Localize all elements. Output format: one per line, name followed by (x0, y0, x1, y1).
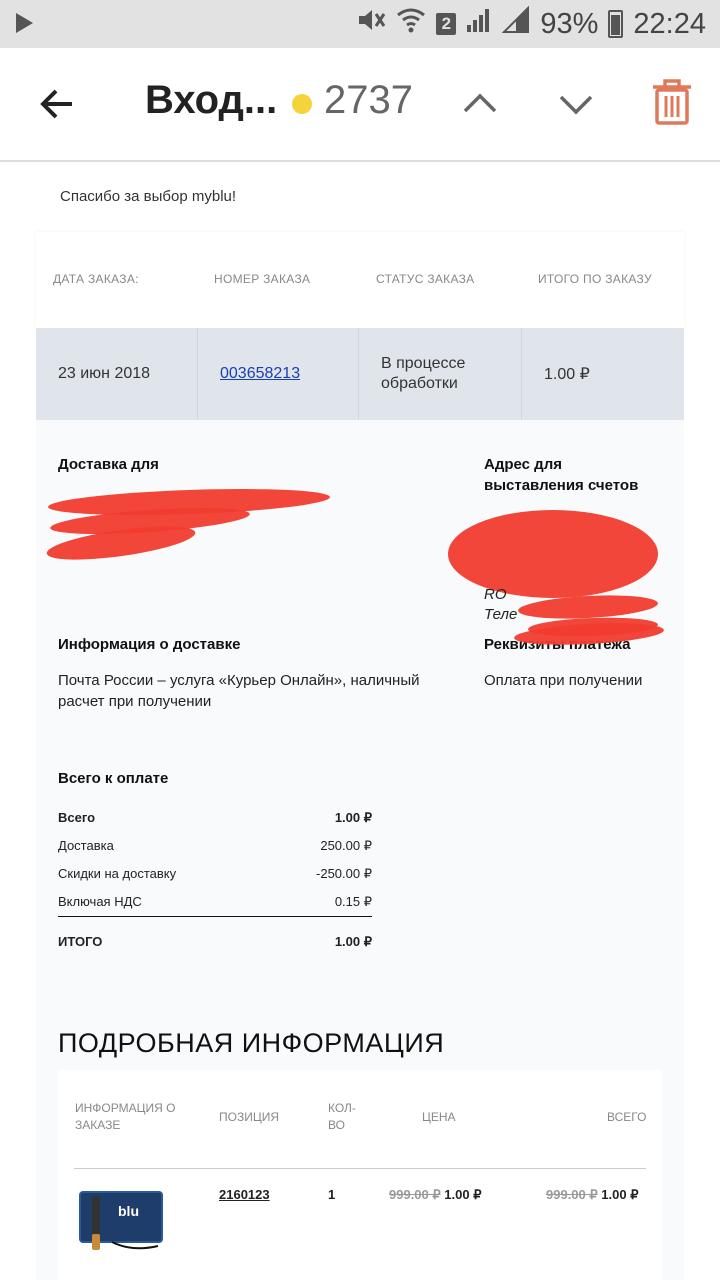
col-qty-header-line2: ВО (328, 1118, 345, 1132)
signal-icon-2 (501, 5, 530, 42)
wifi-icon (396, 7, 426, 41)
billing-address-label-line2: выставления счетов (484, 477, 639, 494)
delivery-info-label: Информация о доставке (58, 636, 241, 653)
details-title: ПОДРОБНАЯ ИНФОРМАЦИЯ (58, 1028, 445, 1058)
order-number-link[interactable]: 003658213 (220, 365, 300, 383)
svg-text:blu: blu (118, 1203, 139, 1219)
order-number-label: НОМЕР ЗАКАЗА (214, 272, 311, 286)
chevron-down-icon[interactable] (558, 86, 594, 127)
status-bar: 2 93% 22:24 (0, 0, 720, 48)
grand-total-value: 1.00 ₽ (334, 934, 372, 949)
totals-row-value: -250.00 ₽ (316, 866, 372, 881)
totals-row: Скидки на доставку -250.00 ₽ (58, 866, 372, 881)
delivery-info-line1: Почта России – услуга «Курьер Онлайн», н… (58, 672, 420, 689)
order-total-label: ИТОГО ПО ЗАКАЗУ (538, 272, 652, 286)
col-qty-header: КОЛ- ВО (328, 1100, 356, 1134)
order-row: 23 июн 2018 003658213 В процессе обработ… (36, 328, 684, 420)
totals-row-label: Включая НДС (58, 894, 142, 909)
order-details-panel: Доставка для Адрес для выставления счето… (36, 420, 684, 1280)
col-info-header-line2: ЗАКАЗЕ (75, 1118, 121, 1132)
divider (521, 328, 522, 420)
folder-title: Вход... (145, 78, 278, 122)
redaction-scribble (448, 510, 658, 598)
product-image[interactable]: blu (72, 1186, 168, 1259)
col-info-header-line1: ИНФОРМАЦИЯ О (75, 1101, 176, 1115)
divider (197, 328, 198, 420)
email-body: Спасибо за выбор myblu! ДАТА ЗАКАЗА: НОМ… (0, 162, 720, 1280)
trash-icon[interactable] (650, 78, 694, 131)
item-old-total: 999.00 ₽ (546, 1187, 598, 1202)
col-qty-header-line1: КОЛ- (328, 1101, 356, 1115)
totals-row-value: 0.15 ₽ (334, 894, 372, 909)
totals-divider (58, 916, 372, 917)
totals-label: Всего к оплате (58, 770, 169, 787)
unread-dot-icon (292, 94, 312, 114)
totals-row: Доставка 250.00 ₽ (58, 838, 372, 853)
mute-icon (356, 6, 386, 42)
item-new-price: 1.00 ₽ (444, 1187, 482, 1202)
clock: 22:24 (633, 7, 706, 40)
item-total: 999.00 ₽ 1.00 ₽ (546, 1187, 638, 1203)
order-status-line1: В процессе (381, 355, 466, 372)
status-icons: 2 93% 22:24 (356, 5, 706, 42)
grand-total-row: ИТОГО 1.00 ₽ (58, 934, 372, 949)
order-date: 23 июн 2018 (58, 365, 151, 382)
delivery-for-label: Доставка для (58, 456, 159, 473)
order-status-label: СТАТУС ЗАКАЗА (376, 272, 475, 286)
col-position-header: ПОЗИЦИЯ (219, 1110, 279, 1124)
battery-percent: 93% (540, 7, 599, 40)
delivery-info-line2: расчет при получении (58, 693, 212, 710)
divider (74, 1168, 646, 1169)
sim-slot-badge: 2 (436, 13, 457, 35)
order-status-line2: обработки (381, 375, 458, 392)
item-qty: 1 (328, 1187, 336, 1202)
totals-row-label: Скидки на доставку (58, 866, 177, 881)
divider (358, 328, 359, 420)
payment-value: Оплата при получении (484, 672, 643, 689)
greeting: Спасибо за выбор myblu! (60, 188, 237, 205)
totals-row-label: Доставка (58, 838, 114, 853)
totals-row-value: 250.00 ₽ (320, 838, 372, 853)
item-sku-link[interactable]: 2160123 (219, 1187, 270, 1202)
chevron-up-icon[interactable] (462, 86, 498, 127)
col-price-header: ЦЕНА (422, 1110, 456, 1124)
grand-total-label: ИТОГО (58, 934, 103, 949)
order-date-label: ДАТА ЗАКАЗА: (53, 272, 139, 286)
play-icon (16, 13, 33, 33)
billing-country: RO (484, 586, 507, 603)
back-arrow-icon[interactable] (38, 84, 78, 124)
item-price: 999.00 ₽ 1.00 ₽ (389, 1187, 481, 1203)
battery-icon (608, 10, 624, 38)
totals-row: Включая НДС 0.15 ₽ (58, 894, 372, 909)
app-bar: Вход... 2737 (0, 48, 720, 162)
order-total: 1.00 ₽ (544, 366, 590, 383)
unread-count: 2737 (324, 78, 413, 122)
item-new-total: 1.00 ₽ (601, 1187, 639, 1202)
details-table: ИНФОРМАЦИЯ О ЗАКАЗЕ ПОЗИЦИЯ КОЛ- ВО ЦЕНА… (58, 1070, 662, 1280)
col-total-header: ВСЕГО (607, 1110, 647, 1124)
col-info-header: ИНФОРМАЦИЯ О ЗАКАЗЕ (75, 1100, 175, 1134)
totals-row-value: 1.00 ₽ (334, 810, 372, 825)
billing-phone-label: Теле (484, 606, 518, 623)
totals-row: Всего 1.00 ₽ (58, 810, 372, 825)
item-old-price: 999.00 ₽ (389, 1187, 441, 1202)
billing-address-label-line1: Адрес для (484, 456, 562, 473)
order-header: ДАТА ЗАКАЗА: НОМЕР ЗАКАЗА СТАТУС ЗАКАЗА … (36, 232, 684, 328)
signal-icon (466, 7, 492, 41)
totals-row-label: Всего (58, 810, 96, 825)
